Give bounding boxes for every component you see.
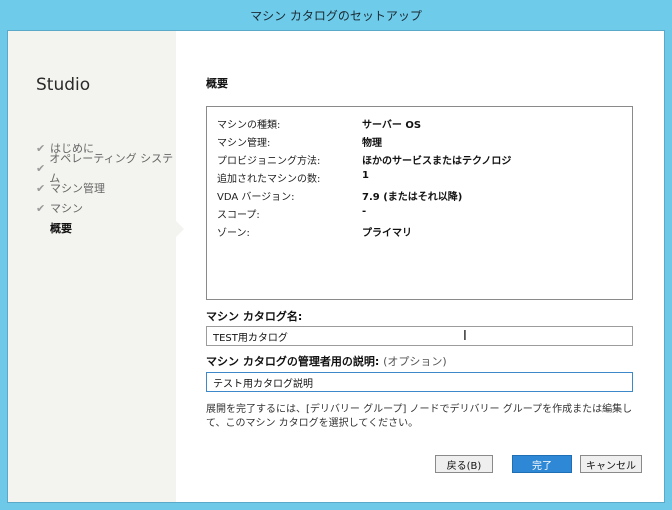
- summary-key: VDA バージョン:: [217, 192, 295, 203]
- finish-button[interactable]: 完了: [512, 455, 572, 473]
- summary-value: 1: [362, 170, 369, 181]
- step-label: マシン: [50, 202, 83, 215]
- summary-value: サーバー OS: [362, 120, 422, 131]
- wizard-main: 概要 マシンの種類: サーバー OS マシン管理: 物理 プロビジョニング方法:…: [176, 31, 664, 502]
- summary-row: ゾーン: プライマリ: [217, 224, 412, 241]
- step-label: 概要: [50, 222, 72, 235]
- summary-key: プロビジョニング方法:: [217, 156, 321, 167]
- check-icon: ✔: [36, 162, 46, 175]
- step-machines: ✔ マシン: [36, 199, 176, 219]
- check-icon: ✔: [36, 142, 46, 155]
- studio-brand: Studio: [36, 75, 91, 95]
- summary-key: マシン管理:: [217, 138, 271, 149]
- summary-value: -: [362, 206, 367, 217]
- text-cursor-icon: I: [463, 329, 467, 344]
- summary-key: スコープ:: [217, 210, 260, 221]
- window-bottom-border: [0, 503, 672, 510]
- summary-row: プロビジョニング方法: ほかのサービスまたはテクノロジ: [217, 152, 511, 169]
- summary-row: マシンの種類: サーバー OS: [217, 116, 421, 133]
- window-titlebar: マシン カタログのセットアップ: [0, 0, 672, 30]
- step-operating-system: ✔ オペレーティング システム: [36, 152, 176, 185]
- summary-row: VDA バージョン: 7.9 (またはそれ以降): [217, 188, 462, 205]
- step-summary: 概要: [36, 219, 176, 239]
- summary-value: 7.9 (またはそれ以降): [362, 192, 463, 203]
- step-label: マシン管理: [50, 182, 105, 195]
- optional-hint: (オプション): [383, 355, 447, 368]
- wizard-sidebar: Studio ✔ はじめに ✔ オペレーティング システム ✔ マシン管理 ✔ …: [8, 31, 184, 502]
- cancel-button[interactable]: キャンセル: [580, 455, 642, 473]
- completion-note: 展開を完了するには、[デリバリー グループ] ノードでデリバリー グループを作成…: [206, 404, 633, 429]
- summary-key: ゾーン:: [217, 228, 250, 239]
- summary-key: 追加されたマシンの数:: [217, 174, 321, 185]
- summary-title: 概要: [206, 77, 228, 90]
- summary-value: 物理: [362, 138, 382, 149]
- summary-value: プライマリ: [362, 228, 412, 239]
- summary-row: 追加されたマシンの数: 1: [217, 170, 369, 187]
- summary-key: マシンの種類:: [217, 120, 281, 131]
- description-label: マシン カタログの管理者用の説明: (オプション): [206, 353, 447, 369]
- wizard-steps: ✔ はじめに ✔ オペレーティング システム ✔ マシン管理 ✔ マシン 概要: [36, 139, 176, 239]
- summary-row: スコープ: -: [217, 206, 366, 223]
- description-label-text: マシン カタログの管理者用の説明:: [206, 355, 380, 368]
- catalog-name-input[interactable]: [206, 326, 633, 346]
- description-input[interactable]: [206, 372, 633, 392]
- summary-box: マシンの種類: サーバー OS マシン管理: 物理 プロビジョニング方法: ほか…: [206, 106, 633, 300]
- back-button[interactable]: 戻る(B): [435, 455, 493, 473]
- catalog-name-label: マシン カタログ名:: [206, 310, 303, 323]
- check-icon: ✔: [36, 202, 46, 215]
- setup-dialog: Studio ✔ はじめに ✔ オペレーティング システム ✔ マシン管理 ✔ …: [7, 30, 665, 503]
- summary-value: ほかのサービスまたはテクノロジ: [362, 156, 512, 167]
- summary-row: マシン管理: 物理: [217, 134, 382, 151]
- window-title: マシン カタログのセットアップ: [250, 8, 422, 23]
- check-icon: ✔: [36, 182, 46, 195]
